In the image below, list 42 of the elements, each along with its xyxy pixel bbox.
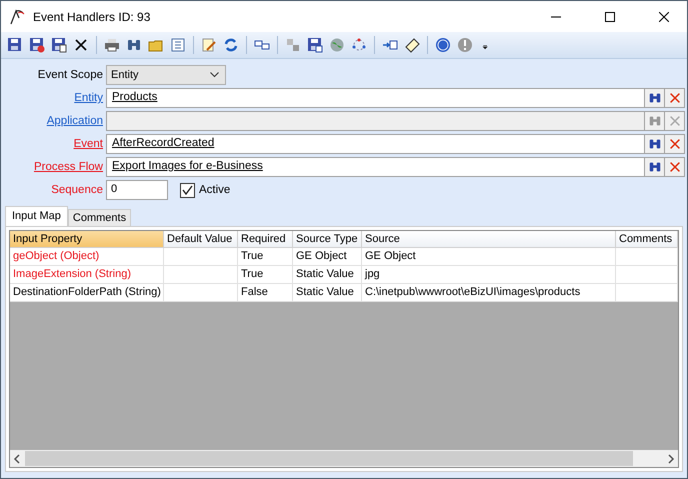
chevron-right-icon[interactable] bbox=[667, 454, 675, 464]
checkbox-label: Active bbox=[199, 184, 230, 196]
sequence-field[interactable]: 0 bbox=[106, 180, 168, 200]
column-header[interactable]: Input Property bbox=[10, 231, 164, 248]
edit-icon[interactable] bbox=[201, 37, 217, 53]
column-header[interactable]: Source Type bbox=[293, 231, 362, 248]
active-checkbox[interactable] bbox=[180, 182, 195, 198]
table-cell: False bbox=[238, 284, 293, 302]
chevron-down-icon bbox=[210, 72, 219, 78]
tab[interactable]: Input Map bbox=[5, 206, 68, 226]
window-title: Event Handlers ID: 93 bbox=[33, 10, 152, 24]
field-link[interactable]: Event bbox=[1, 138, 106, 150]
note-icon[interactable] bbox=[404, 37, 420, 53]
table-cell: C:\inetpub\wwwroot\eBizUI\images\products bbox=[362, 284, 616, 302]
maximize-icon bbox=[605, 12, 615, 22]
field-link[interactable]: Process Flow bbox=[1, 161, 106, 173]
save-copy-icon[interactable] bbox=[51, 37, 67, 53]
field-label: Sequence bbox=[50, 184, 104, 196]
delete-icon[interactable] bbox=[73, 37, 89, 53]
chevron-left-icon[interactable] bbox=[13, 454, 21, 464]
scope-dropdown[interactable]: Entity bbox=[106, 65, 226, 85]
app-logo-icon bbox=[9, 8, 25, 24]
list-icon[interactable] bbox=[170, 37, 186, 53]
column-header[interactable]: Source bbox=[362, 231, 616, 248]
save-icon[interactable] bbox=[7, 37, 23, 53]
close-icon bbox=[659, 12, 669, 22]
column-header[interactable]: Default Value bbox=[164, 231, 238, 248]
save-close-icon[interactable] bbox=[29, 37, 45, 53]
tab[interactable]: Comments bbox=[68, 209, 132, 226]
field-link[interactable]: Entity bbox=[1, 92, 106, 104]
table-cell bbox=[616, 284, 678, 302]
print-icon[interactable] bbox=[104, 37, 120, 53]
cycle-icon[interactable] bbox=[351, 37, 367, 53]
save-grid-icon[interactable] bbox=[307, 37, 323, 53]
column-header[interactable]: Comments bbox=[616, 231, 678, 248]
table-cell: Static Value bbox=[293, 284, 362, 302]
column-header[interactable]: Required bbox=[238, 231, 293, 248]
horizontal-scrollbar[interactable] bbox=[10, 450, 678, 467]
refresh-icon[interactable] bbox=[223, 37, 239, 53]
warning-icon[interactable] bbox=[457, 37, 473, 53]
table-cell: DestinationFolderPath (String) bbox=[10, 284, 164, 302]
field-label: Event Scope bbox=[36, 69, 104, 81]
